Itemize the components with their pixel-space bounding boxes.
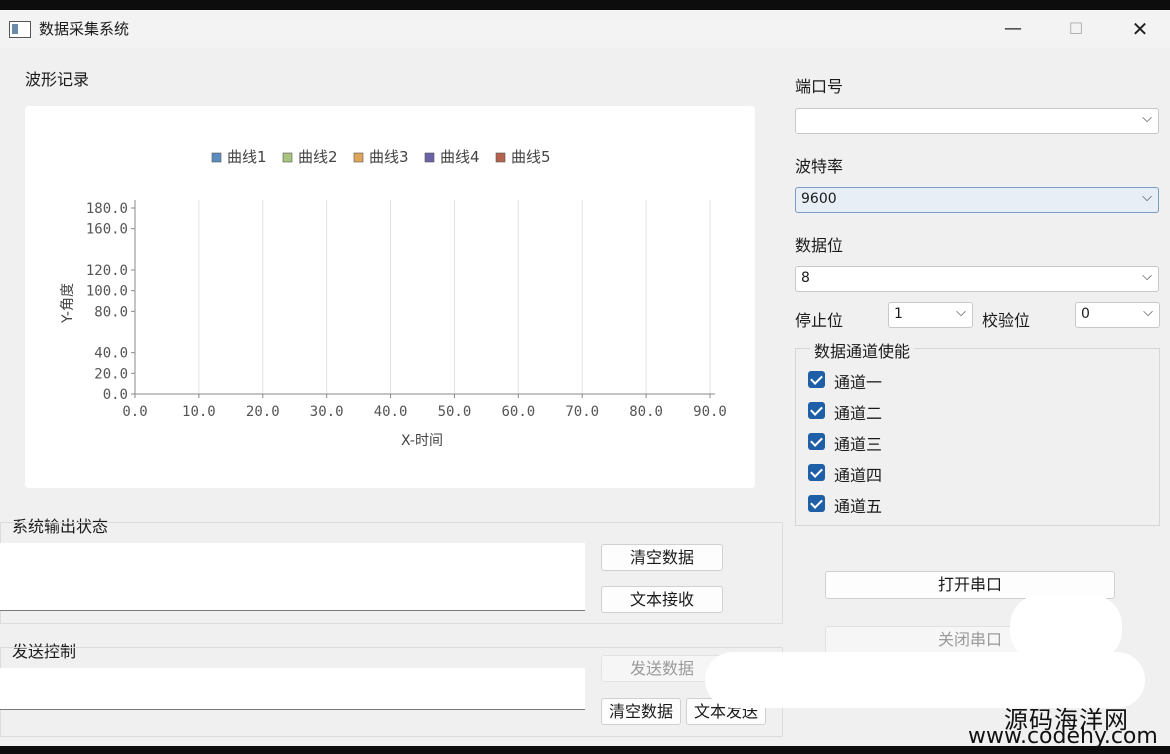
- chart-legend: 曲线1 曲线2 曲线3 曲线4 曲线5: [211, 148, 551, 166]
- y-tick-label: 0.0: [103, 387, 128, 403]
- y-tick-label: 20.0: [94, 366, 128, 382]
- x-tick-label: 30.0: [310, 404, 344, 420]
- stopbits-select-value: 1: [894, 306, 903, 322]
- channel-1-checkbox[interactable]: [808, 371, 828, 391]
- minimize-button[interactable]: —: [993, 14, 1033, 44]
- legend-swatch: [495, 152, 506, 163]
- legend-swatch: [211, 152, 222, 163]
- chevron-down-icon: ⌵: [1142, 190, 1152, 205]
- y-tick-label: 120.0: [86, 263, 128, 279]
- legend-swatch: [282, 152, 293, 163]
- legend-item-label: 曲线5: [511, 148, 551, 166]
- legend-item-label: 曲线4: [440, 148, 480, 166]
- maximize-button[interactable]: ☐: [1056, 14, 1096, 44]
- waveform-section-label: 波形记录: [25, 70, 90, 89]
- port-label: 端口号: [795, 77, 844, 96]
- x-tick-label: 70.0: [565, 404, 599, 420]
- chart-grid: [198, 200, 711, 394]
- legend-swatch: [424, 152, 435, 163]
- databits-label: 数据位: [795, 236, 844, 255]
- watermark-url: www.codehy.com: [968, 724, 1158, 749]
- x-tick-label: 40.0: [374, 404, 408, 420]
- send-clear-button[interactable]: 清空数据: [601, 698, 681, 725]
- baud-select[interactable]: 9600 ⌵: [795, 187, 1159, 213]
- window-title: 数据采集系统: [39, 20, 130, 38]
- channel-3-checkbox[interactable]: [808, 433, 828, 453]
- legend-item-label: 曲线2: [298, 148, 338, 166]
- channel-2-checkbox[interactable]: [808, 402, 828, 422]
- port-select[interactable]: ⌵: [795, 108, 1159, 134]
- channel-5-label: 通道五: [834, 497, 883, 516]
- chevron-down-icon: ⌵: [956, 305, 966, 320]
- app-icon: [9, 21, 31, 38]
- chart-y-axis-label: Y-角度: [60, 283, 76, 324]
- legend-swatch: [353, 152, 364, 163]
- parity-label: 校验位: [982, 311, 1031, 330]
- output-clear-button[interactable]: 清空数据: [601, 544, 723, 571]
- legend-item-label: 曲线1: [227, 148, 267, 166]
- databits-select[interactable]: 8 ⌵: [795, 266, 1159, 292]
- stopbits-select[interactable]: 1 ⌵: [888, 302, 973, 328]
- chart-axes: 0.0 10.0 20.0 30.0 40.0 50.0 60.0 70.0 80.0 90.0 0…: [86, 200, 727, 420]
- stopbits-label: 停止位: [795, 311, 844, 330]
- parity-select[interactable]: 0 ⌵: [1075, 302, 1160, 328]
- chevron-down-icon: ⌵: [1142, 111, 1152, 126]
- chart-canvas: 曲线1 曲线2 曲线3 曲线4 曲线5 0.0 10.0 20.0 30.0 40.0 50.0 6…: [60, 148, 727, 449]
- legend-item-label: 曲线3: [369, 148, 409, 166]
- chevron-down-icon: ⌵: [1143, 305, 1153, 320]
- channel-4-label: 通道四: [834, 466, 883, 485]
- y-tick-label: 180.0: [86, 201, 128, 217]
- close-button[interactable]: ✕: [1120, 14, 1160, 44]
- x-tick-label: 50.0: [438, 404, 472, 420]
- redaction-blob: [1010, 595, 1122, 661]
- y-tick-label: 160.0: [86, 222, 128, 238]
- title-bar: 数据采集系统 — ☐ ✕: [0, 10, 1170, 48]
- baud-select-value: 9600: [801, 191, 837, 207]
- waveform-chart: 曲线1 曲线2 曲线3 曲线4 曲线5 0.0 10.0 20.0 30.0 40.0 50.0 6…: [25, 106, 755, 488]
- baud-label: 波特率: [795, 157, 844, 176]
- x-tick-label: 80.0: [629, 404, 663, 420]
- channel-group-title: 数据通道使能: [810, 338, 915, 362]
- x-tick-label: 0.0: [122, 404, 147, 420]
- y-tick-label: 80.0: [94, 304, 128, 320]
- channel-2-label: 通道二: [834, 404, 883, 423]
- output-textarea[interactable]: [0, 543, 585, 611]
- channel-1-label: 通道一: [834, 373, 883, 392]
- chart-x-axis-label: X-时间: [401, 433, 443, 449]
- x-tick-label: 60.0: [501, 404, 535, 420]
- parity-select-value: 0: [1081, 306, 1090, 322]
- chevron-down-icon: ⌵: [1142, 269, 1152, 284]
- channel-3-label: 通道三: [834, 435, 883, 454]
- x-tick-label: 10.0: [182, 404, 216, 420]
- text-receive-button[interactable]: 文本接收: [601, 586, 723, 613]
- x-tick-label: 20.0: [246, 404, 280, 420]
- main-window: 数据采集系统 — ☐ ✕ 波形记录 曲线1 曲线2 曲线3 曲线4 曲线5 0.0 10.…: [0, 10, 1170, 746]
- y-tick-label: 40.0: [94, 346, 128, 362]
- x-tick-label: 90.0: [693, 404, 727, 420]
- databits-select-value: 8: [801, 270, 810, 286]
- channel-5-checkbox[interactable]: [808, 495, 828, 515]
- y-tick-label: 100.0: [86, 284, 128, 300]
- send-textarea[interactable]: [0, 668, 585, 710]
- channel-4-checkbox[interactable]: [808, 464, 828, 484]
